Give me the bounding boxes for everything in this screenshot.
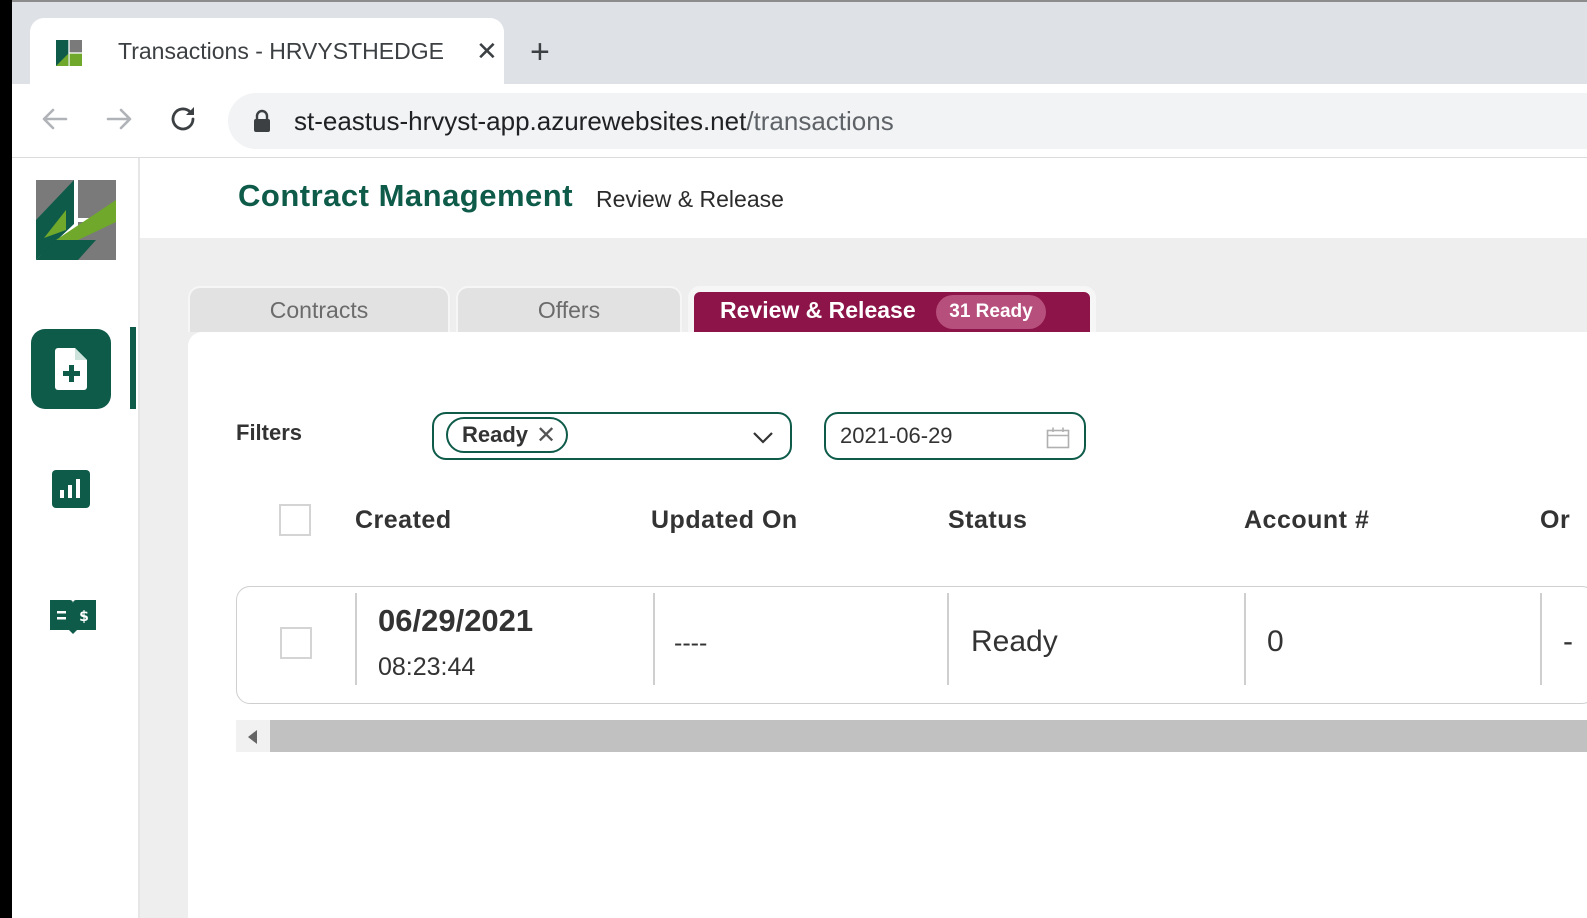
tab-contracts[interactable]: Contracts — [188, 286, 450, 332]
cell-divider — [355, 593, 357, 685]
company-logo — [36, 180, 116, 260]
address-bar[interactable]: st-eastus-hrvyst-app.azurewebsites.net/t… — [228, 93, 1587, 149]
row-checkbox[interactable] — [280, 627, 312, 659]
analytics-icon[interactable] — [52, 470, 90, 508]
ready-count-badge: 31 Ready — [936, 295, 1046, 329]
url-path: /transactions — [746, 106, 894, 136]
sidebar-active-indicator — [130, 327, 136, 409]
screen: Transactions - HRVYSTHEDGE ✕ + st-eastus… — [0, 0, 1587, 918]
page-subtitle: Review & Release — [596, 186, 784, 212]
date-filter-value: 2021-06-29 — [840, 423, 953, 448]
calendar-icon[interactable] — [1046, 427, 1070, 449]
window-edge — [0, 0, 12, 918]
cell-divider — [653, 593, 655, 685]
cell-divider — [947, 593, 949, 685]
select-all-checkbox[interactable] — [279, 504, 311, 536]
account-value: 0 — [1267, 625, 1284, 658]
cell-divider — [1540, 593, 1542, 685]
lock-icon — [254, 109, 270, 132]
sidebar-item-contracts[interactable] — [31, 329, 111, 409]
sidebar: $ — [12, 158, 140, 918]
browser-toolbar: st-eastus-hrvyst-app.azurewebsites.net/t… — [12, 84, 1587, 158]
url-text: st-eastus-hrvyst-app.azurewebsites.net/t… — [294, 106, 894, 137]
tab-offers[interactable]: Offers — [456, 286, 682, 332]
tab-review-release[interactable]: Review & Release 31 Ready — [688, 286, 1096, 332]
column-header-account[interactable]: Account # — [1244, 506, 1369, 535]
table-row[interactable]: 06/29/2021 08:23:44 ---- Ready 0 - — [236, 586, 1587, 704]
column-header-status[interactable]: Status — [948, 506, 1027, 535]
favicon-icon — [56, 40, 82, 66]
app-header: Contract Management Review & Release — [140, 158, 1587, 238]
new-tab-button[interactable]: + — [530, 32, 550, 72]
new-contract-icon — [55, 348, 87, 390]
column-header-created[interactable]: Created — [355, 506, 452, 535]
forward-icon[interactable] — [102, 102, 136, 136]
created-date: 06/29/2021 — [378, 603, 534, 638]
browser-tab-title: Transactions - HRVYSTHEDGE — [118, 38, 444, 64]
date-filter-input[interactable]: 2021-06-29 — [824, 412, 1086, 460]
chevron-down-icon[interactable] — [752, 426, 774, 448]
status-filter-select[interactable]: Ready ✕ — [432, 412, 792, 460]
scroll-left-arrow-icon[interactable] — [248, 730, 257, 744]
next-column-value: - — [1563, 625, 1573, 658]
created-time: 08:23:44 — [378, 653, 476, 681]
ledger-icon[interactable]: $ — [50, 598, 96, 636]
url-host: st-eastus-hrvyst-app.azurewebsites.net — [294, 106, 747, 136]
browser-tabstrip: Transactions - HRVYSTHEDGE ✕ + — [12, 0, 1587, 88]
tab-review-release-label: Review & Release — [720, 297, 916, 323]
cell-divider — [1244, 593, 1246, 685]
transactions-panel: Filters Ready ✕ 2021-06-29 Created Updat… — [188, 332, 1587, 918]
reload-icon[interactable] — [166, 102, 200, 136]
status-chip: Ready ✕ — [446, 417, 569, 453]
column-header-next[interactable]: Or — [1540, 506, 1570, 535]
filters-label: Filters — [236, 420, 303, 445]
scrollbar-thumb[interactable] — [270, 720, 1587, 752]
remove-chip-icon[interactable]: ✕ — [536, 420, 556, 452]
browser-tab[interactable]: Transactions - HRVYSTHEDGE ✕ — [30, 18, 504, 88]
horizontal-scrollbar[interactable] — [236, 720, 1587, 752]
back-icon[interactable] — [38, 102, 72, 136]
updated-on-value: ---- — [674, 629, 708, 657]
svg-text:$: $ — [79, 609, 89, 625]
status-value: Ready — [971, 625, 1058, 658]
column-header-updated-on[interactable]: Updated On — [651, 506, 798, 535]
status-chip-label: Ready — [462, 422, 529, 447]
page-title: Contract Management — [238, 178, 574, 213]
close-tab-icon[interactable]: ✕ — [476, 36, 498, 66]
